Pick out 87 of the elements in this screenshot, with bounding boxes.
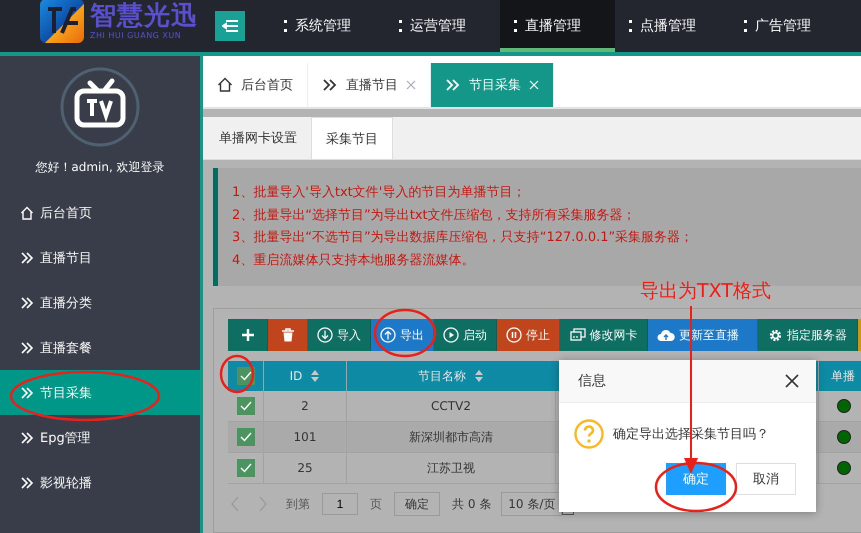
page-size-select[interactable]: 10 条/页 <box>501 492 562 516</box>
checkmark-icon <box>240 371 252 381</box>
down-arrow-circle-icon <box>317 327 333 343</box>
table-cell: 25 <box>263 453 346 483</box>
notice-text: 1、批量导入'导入txt文件'导入的节目为单播节目； <box>232 184 526 202</box>
tv-avatar-icon <box>60 67 140 147</box>
up-arrow-circle-icon <box>380 327 396 343</box>
vertical-dots-icon <box>744 20 747 32</box>
double-chevron-icon <box>20 386 34 400</box>
checkmark-icon <box>240 401 252 411</box>
nic-button[interactable]: 修改网卡 <box>560 319 648 351</box>
page-unit-label: 页 <box>370 496 382 512</box>
double-chevron-icon <box>20 340 34 354</box>
top-nav-item[interactable]: 点播管理 <box>615 0 730 52</box>
annotation-text: 导出为TXT格式 <box>640 279 771 304</box>
table-cell: CCTV2 <box>346 391 555 421</box>
table-cell: 2 <box>263 391 346 421</box>
sidebar-item[interactable]: Epg管理 <box>0 415 200 460</box>
cloud-button[interactable]: 更新至直播 <box>648 319 758 351</box>
top-nav-item[interactable]: 运营管理 <box>385 0 500 52</box>
highlight-ellipse <box>374 308 436 358</box>
checkmark-icon <box>240 463 252 473</box>
double-chevron-icon <box>445 78 461 92</box>
table-cell: 新深圳都市高清 <box>346 422 555 452</box>
logo-title: 智慧光迅 <box>90 2 198 28</box>
sub-tab[interactable]: 采集节目 <box>311 117 393 159</box>
dialog-title: 信息 <box>578 372 606 390</box>
sidebar-item[interactable]: 影视轮播 <box>0 460 200 505</box>
double-chevron-icon <box>322 78 338 92</box>
double-chevron-icon <box>20 250 34 264</box>
vertical-dots-icon <box>399 20 402 32</box>
gear-icon <box>768 328 783 342</box>
export-button[interactable]: 导出 <box>371 319 434 351</box>
menu-toggle-button[interactable] <box>215 11 245 41</box>
go-to-label: 到第 <box>286 496 310 512</box>
play-icon <box>443 327 459 343</box>
gear-button[interactable]: 指定服务器 <box>758 319 858 351</box>
dialog-message: 确定导出选择采集节目吗？ <box>613 426 769 443</box>
notice-text: 3、批量导出“不选节目”为导出数据库压缩包，只支持“127.0.0.1”采集服务器； <box>232 229 694 247</box>
stop-button[interactable]: 停止 <box>497 319 560 351</box>
network-card-icon <box>570 328 586 342</box>
row-checkbox[interactable] <box>236 459 254 477</box>
sidebar-item[interactable]: 后台首页 <box>0 190 200 235</box>
cloud-upload-icon <box>657 328 675 342</box>
cancel-button[interactable]: 取消 <box>736 463 796 495</box>
top-nav-item[interactable]: 直播管理 <box>500 0 615 52</box>
notice-text: 4、重启流媒体只支持本地服务器流媒体。 <box>232 252 476 270</box>
row-checkbox[interactable] <box>236 397 254 415</box>
total-count: 共 0 条 <box>452 496 492 512</box>
vertical-dots-icon <box>514 20 517 32</box>
notice-text: 2、批量导出“选择节目”为导出txt文件压缩包，支持所有采集服务器； <box>232 206 637 224</box>
add-button[interactable] <box>228 319 268 351</box>
checkmark-icon <box>240 432 252 442</box>
pause-icon <box>506 327 522 343</box>
menu-icon <box>222 20 238 32</box>
top-nav-item[interactable]: 广告管理 <box>730 0 845 52</box>
plus-icon <box>240 328 254 342</box>
go-button[interactable]: 确定 <box>394 492 440 516</box>
import-button[interactable]: 导入 <box>308 319 371 351</box>
greeting-text: 您好！admin, 欢迎登录 <box>34 159 166 176</box>
double-chevron-icon <box>20 476 34 490</box>
table-cell: 江苏卫视 <box>346 453 555 483</box>
trash-icon <box>280 328 294 342</box>
logo-subtitle: ZHI HUI GUANG XUN <box>90 32 182 40</box>
home-icon <box>217 77 233 93</box>
vertical-dots-icon <box>629 20 632 32</box>
sidebar-item[interactable]: 直播套餐 <box>0 325 200 370</box>
page-input[interactable]: 1 <box>322 493 358 515</box>
page-tab[interactable]: 节目采集 <box>431 63 554 107</box>
highlight-ellipse <box>220 354 254 394</box>
close-icon[interactable] <box>785 374 799 388</box>
home-icon <box>20 206 34 220</box>
sort-icon[interactable] <box>474 369 484 383</box>
start-button[interactable]: 启动 <box>434 319 497 351</box>
delete-button[interactable] <box>268 319 308 351</box>
top-nav-item[interactable]: 系统管理 <box>270 0 385 52</box>
double-chevron-icon <box>20 430 34 444</box>
question-icon <box>574 419 604 449</box>
sub-tab[interactable]: 单播网卡设置 <box>205 117 311 159</box>
table-cell: 101 <box>263 422 346 452</box>
double-chevron-icon <box>20 296 34 310</box>
sort-icon[interactable] <box>310 369 320 383</box>
sidebar-item[interactable]: 节目采集 <box>0 370 200 415</box>
sidebar-item[interactable]: 直播节目 <box>0 235 200 280</box>
sidebar-item[interactable]: 直播分类 <box>0 280 200 325</box>
vertical-dots-icon <box>284 20 287 32</box>
row-checkbox[interactable] <box>236 428 254 446</box>
